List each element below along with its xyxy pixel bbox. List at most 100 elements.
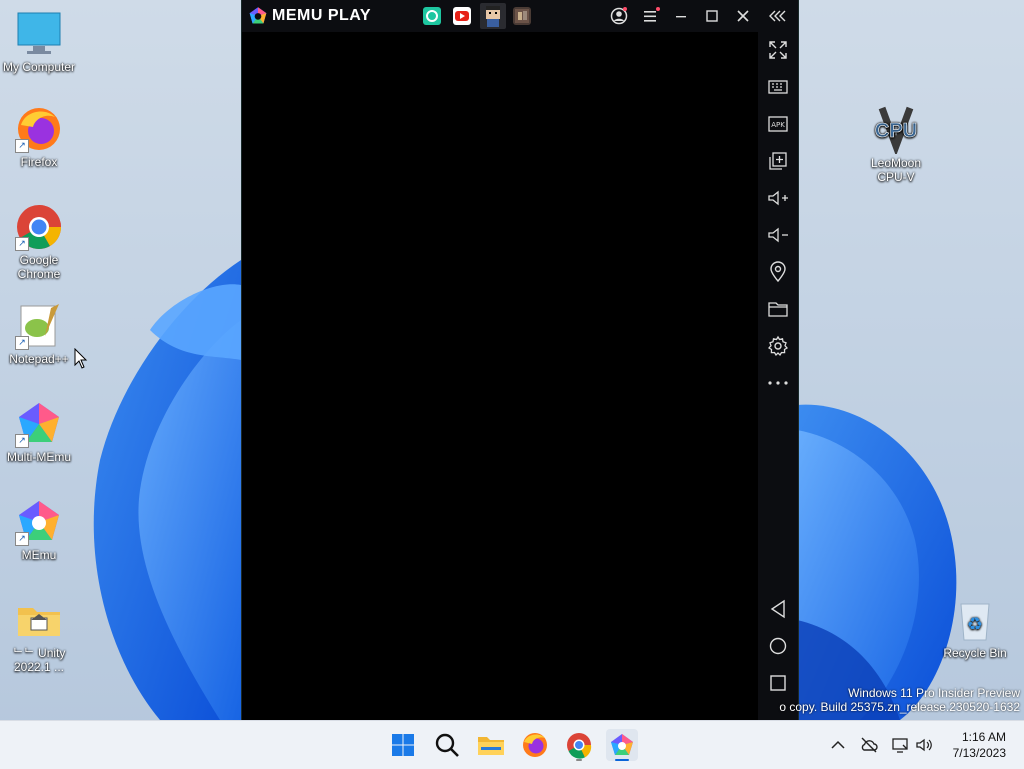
chevron-up-icon — [831, 740, 845, 749]
minimize-icon — [676, 16, 686, 18]
recycle-bin-icon: ♻ — [951, 596, 999, 644]
search-button[interactable] — [431, 729, 463, 761]
desktop-icon-label: Google Chrome — [17, 253, 61, 281]
more-dots-icon — [768, 381, 788, 385]
app-store-tab-icon[interactable] — [423, 7, 441, 25]
system-clock[interactable]: 1:16 AM 7/13/2023 — [953, 729, 1006, 761]
svg-text:♻: ♻ — [967, 614, 983, 635]
desktop-icon-recycle-bin[interactable]: ♻ Recycle Bin — [935, 596, 1015, 660]
minimize-button[interactable] — [671, 6, 691, 26]
speaker-icon — [916, 738, 932, 752]
game-tab-icon[interactable] — [513, 7, 531, 25]
taskbar-memu-button[interactable] — [606, 729, 638, 761]
account-button[interactable] — [609, 6, 629, 26]
desktop-icon-label: My Computer — [2, 60, 76, 74]
shortcut-arrow-icon: ↗ — [15, 139, 29, 153]
cloud-offline-icon — [861, 737, 878, 753]
memu-title-bar[interactable]: MEMU PLAY — [242, 0, 798, 32]
notepadpp-icon: ↗ — [15, 302, 63, 350]
memu-icon: ↗ — [15, 498, 63, 546]
desktop-icon-label: ᄂᄂ Unity 2022.1 ... — [12, 646, 66, 674]
location-button[interactable] — [766, 260, 790, 284]
taskbar-firefox-button[interactable] — [519, 729, 551, 761]
memu-window[interactable]: MEMU PLAY APK — [241, 0, 799, 720]
svg-text:CPU: CPU — [875, 120, 917, 142]
memu-logo: MEMU PLAY — [248, 6, 371, 26]
desktop-icon-label: Recycle Bin — [943, 646, 1007, 660]
shortcut-arrow-icon: ↗ — [15, 532, 29, 546]
volume-up-icon — [768, 190, 788, 206]
android-screen[interactable] — [242, 32, 758, 720]
watermark-line-2: o copy. Build 25375.zn_release.230520-16… — [779, 700, 1020, 714]
desktop-icon-google-chrome[interactable]: ↗ Google Chrome — [0, 203, 79, 281]
collapse-sidebar-button[interactable] — [768, 6, 788, 26]
show-hidden-icons-button[interactable] — [828, 735, 848, 755]
windows-logo-icon — [392, 734, 414, 756]
keyboard-button[interactable] — [766, 75, 790, 99]
close-button[interactable] — [733, 6, 753, 26]
more-button[interactable] — [766, 371, 790, 395]
close-icon — [737, 10, 749, 22]
folder-icon — [15, 596, 63, 644]
double-chevron-left-icon — [769, 10, 786, 22]
shortcut-arrow-icon: ↗ — [15, 237, 29, 251]
shortcut-arrow-icon: ↗ — [15, 336, 29, 350]
keyboard-icon — [768, 80, 788, 94]
network-icon — [892, 738, 908, 753]
file-explorer-icon — [478, 737, 504, 755]
firefox-icon — [523, 733, 547, 757]
desktop-icon-leomoon-cpu-v[interactable]: CPU LeoMoon CPU-V — [856, 106, 936, 184]
taskbar-chrome-button[interactable] — [563, 729, 595, 761]
folder-icon — [768, 302, 788, 317]
volume-down-button[interactable] — [766, 223, 790, 247]
firefox-icon: ↗ — [15, 105, 63, 153]
onedrive-button[interactable] — [859, 735, 879, 755]
clock-date: 7/13/2023 — [952, 746, 1006, 760]
watermark-line-1: Windows 11 Pro Insider Preview — [848, 686, 1020, 700]
shortcut-arrow-icon: ↗ — [15, 434, 29, 448]
monitor-icon — [15, 10, 63, 58]
android-back-button[interactable] — [766, 597, 790, 621]
desktop-icon-notepadpp[interactable]: ↗ Notepad++ — [0, 302, 79, 366]
desktop-icon-label: MEmu — [21, 548, 57, 562]
chrome-icon: ↗ — [15, 203, 63, 251]
android-home-button[interactable] — [766, 634, 790, 658]
desktop-icon-unity[interactable]: ᄂᄂ Unity 2022.1 ... — [0, 596, 79, 674]
network-button[interactable] — [890, 735, 910, 755]
volume-button[interactable] — [914, 735, 934, 755]
user-icon — [610, 7, 628, 25]
add-window-icon — [769, 152, 787, 170]
chrome-icon — [567, 733, 592, 761]
shared-folder-button[interactable] — [766, 297, 790, 321]
volume-up-button[interactable] — [766, 186, 790, 210]
menu-button[interactable] — [641, 6, 661, 26]
desktop-icon-firefox[interactable]: ↗ Firefox — [0, 105, 79, 169]
start-button[interactable] — [387, 729, 419, 761]
home-circle-icon — [769, 637, 787, 655]
desktop-icon-my-computer[interactable]: My Computer — [0, 10, 79, 74]
desktop-icon-memu[interactable]: ↗ MEmu — [0, 498, 79, 562]
gear-icon — [768, 335, 788, 357]
memu-sidebar: APK — [758, 32, 798, 720]
apk-icon: APK — [768, 116, 788, 132]
youtube-tab-icon[interactable] — [453, 7, 471, 25]
game-character-tab-icon[interactable] — [480, 3, 506, 29]
taskbar: 1:16 AM 7/13/2023 — [0, 720, 1024, 769]
windows-watermark: Windows 11 Pro Insider Preview o copy. B… — [779, 686, 1020, 714]
settings-button[interactable] — [766, 334, 790, 358]
clock-time: 1:16 AM — [961, 730, 1006, 744]
maximize-button[interactable] — [702, 6, 722, 26]
desktop-icon-label: Notepad++ — [9, 352, 69, 366]
fullscreen-button[interactable] — [766, 38, 790, 62]
desktop-icon-multi-memu[interactable]: ↗ Multi-MEmu — [0, 400, 79, 464]
back-triangle-icon — [770, 599, 785, 619]
multi-memu-icon: ↗ — [15, 400, 63, 448]
file-explorer-button[interactable] — [475, 729, 507, 761]
location-pin-icon — [770, 261, 786, 283]
multi-window-button[interactable] — [766, 149, 790, 173]
desktop-icon-label: Firefox — [20, 155, 58, 169]
search-icon — [435, 733, 459, 757]
maximize-icon — [706, 10, 718, 22]
apk-install-button[interactable]: APK — [766, 112, 790, 136]
fullscreen-icon — [769, 41, 787, 59]
